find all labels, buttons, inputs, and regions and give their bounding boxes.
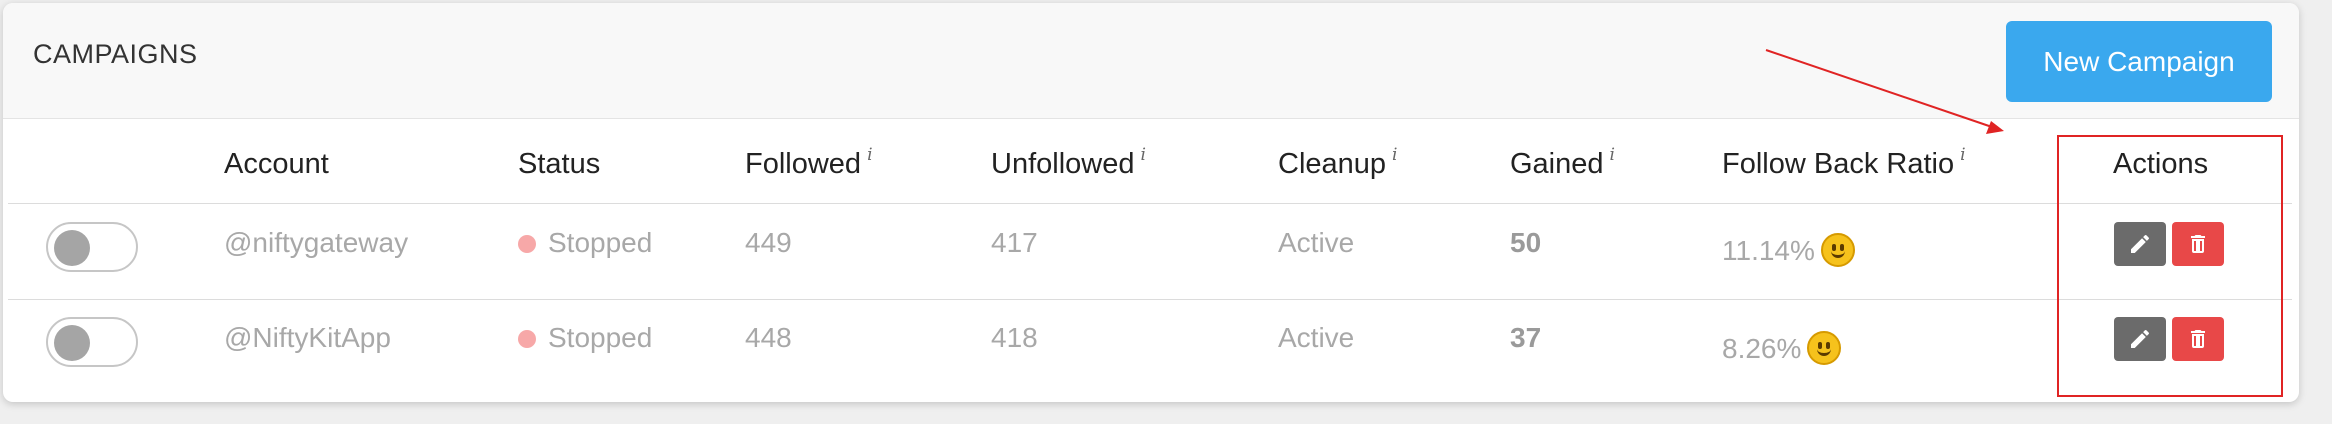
status-cell: Stopped (518, 322, 652, 354)
header-divider (8, 203, 2292, 204)
column-header-unfollowed[interactable]: Unfollowed i (991, 145, 1146, 181)
column-header-followed[interactable]: Followed i (745, 145, 873, 181)
ratio-cell: 8.26% (1722, 324, 1842, 365)
info-icon[interactable]: i (1392, 145, 1397, 165)
followed-cell: 449 (745, 227, 792, 258)
cleanup-cell: Active (1278, 227, 1355, 258)
toggle-knob (54, 230, 90, 266)
column-header-gained[interactable]: Gained i (1510, 145, 1615, 181)
page-title: CAMPAIGNS (33, 39, 198, 69)
column-header-follow-back-ratio[interactable]: Follow Back Ratio i (1722, 145, 1966, 181)
ratio-cell: 11.14% (1722, 226, 1855, 267)
followed-cell: 448 (745, 322, 792, 353)
status-dot (518, 235, 536, 253)
toggle-knob (54, 325, 90, 361)
cleanup-cell: Active (1278, 322, 1355, 353)
campaign-toggle[interactable] (46, 222, 138, 272)
new-campaign-button[interactable]: New Campaign (2006, 21, 2272, 102)
status-dot (518, 330, 536, 348)
column-header-status[interactable]: Status (518, 148, 600, 181)
unfollowed-cell: 417 (991, 227, 1038, 258)
info-icon[interactable]: i (1140, 145, 1145, 165)
campaigns-table: Account Status Followed i Unfollowed i Cle… (8, 118, 2292, 398)
info-icon[interactable]: i (1960, 145, 1965, 165)
column-header-cleanup[interactable]: Cleanup i (1278, 145, 1397, 181)
slightly-smiling-face-icon (1820, 233, 1855, 267)
gained-cell: 50 (1510, 227, 1542, 258)
column-header-account[interactable]: Account (224, 148, 329, 181)
info-icon[interactable]: i (1610, 145, 1615, 165)
info-icon[interactable]: i (867, 145, 872, 165)
gained-cell: 37 (1510, 322, 1542, 353)
card-header: CAMPAIGNS New Campaign (3, 3, 2299, 119)
status-cell: Stopped (518, 227, 652, 259)
campaign-toggle[interactable] (46, 317, 138, 367)
account-cell[interactable]: @NiftyKitApp (224, 322, 391, 354)
unfollowed-cell: 418 (991, 322, 1038, 353)
row-divider (8, 299, 2292, 300)
account-cell[interactable]: @niftygateway (224, 227, 408, 259)
annotation-highlight-box (2057, 135, 2283, 397)
slightly-smiling-face-icon (1807, 331, 1842, 365)
